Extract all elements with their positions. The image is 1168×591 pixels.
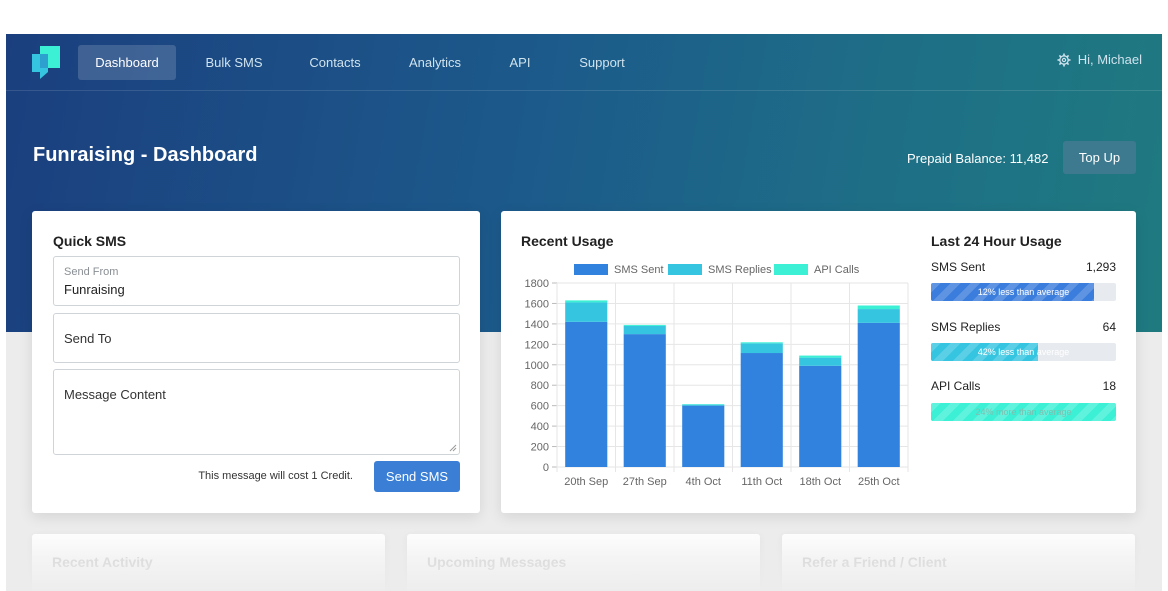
message-logo-icon[interactable] — [32, 46, 60, 80]
legend-swatch — [774, 264, 808, 275]
bar-segment — [565, 321, 608, 467]
x-tick-label: 4th Oct — [686, 476, 721, 488]
sms-replies-value: 64 — [1102, 320, 1116, 334]
quick-sms-title: Quick SMS — [53, 233, 127, 249]
bar-segment — [682, 404, 725, 406]
bar-segment — [857, 305, 900, 310]
nav-contacts[interactable]: Contacts — [298, 45, 372, 80]
bar-segment — [682, 404, 725, 405]
nav-support[interactable]: Support — [566, 45, 638, 80]
legend-label: SMS Sent — [614, 264, 664, 276]
y-tick-label: 1400 — [525, 319, 549, 331]
x-tick-label: 18th Oct — [799, 476, 841, 488]
y-tick-label: 1000 — [525, 360, 549, 372]
send-from-field[interactable]: Send From Funraising — [53, 256, 460, 306]
sms-sent-label: SMS Sent — [931, 260, 986, 274]
api-calls-progress: 24% more than average — [931, 403, 1116, 421]
bar-segment — [623, 324, 666, 326]
message-cost-text: This message will cost 1 Credit. — [198, 470, 353, 482]
bar-segment — [740, 343, 783, 354]
resize-handle-icon[interactable] — [449, 444, 457, 452]
upcoming-messages-title: Upcoming Messages — [427, 554, 567, 570]
sms-sent-value: 1,293 — [1085, 260, 1116, 274]
bar-segment — [857, 309, 900, 323]
legend-swatch — [574, 264, 608, 275]
api-calls-progress-text: 24% more than average — [975, 407, 1072, 417]
y-tick-label: 200 — [531, 442, 549, 454]
x-tick-label: 11th Oct — [741, 476, 782, 488]
x-tick-label: 27th Sep — [623, 476, 667, 488]
sms-replies-progress: 42% less than average — [931, 343, 1116, 361]
sms-replies-progress-text: 42% less than average — [977, 347, 1070, 357]
api-calls-label: API Calls — [931, 379, 981, 393]
user-menu[interactable]: Hi, Michael — [1057, 52, 1142, 67]
bar-segment — [799, 355, 842, 358]
app-frame: Dashboard Bulk SMS Contacts Analytics AP… — [6, 34, 1162, 591]
recent-activity-card: Recent Activity — [32, 534, 385, 591]
nav-dashboard[interactable]: Dashboard — [78, 45, 176, 80]
legend-swatch — [668, 264, 702, 275]
sms-replies-label: SMS Replies — [931, 320, 1001, 334]
gear-icon — [1057, 53, 1071, 66]
recent-activity-title: Recent Activity — [52, 554, 153, 570]
refer-friend-title: Refer a Friend / Client — [802, 554, 947, 570]
user-greeting[interactable]: Hi, Michael — [1078, 52, 1142, 67]
recent-usage-chart: 0 200 400 600 800 1000 1200 1400 1600 1800 20th Se… — [525, 264, 909, 488]
bar-segment — [799, 365, 842, 467]
page-title: Funraising - Dashboard — [33, 144, 258, 166]
y-tick-label: 800 — [531, 380, 549, 392]
api-calls-value: 18 — [1102, 379, 1116, 393]
bar-segment — [623, 334, 666, 467]
y-tick-label: 400 — [531, 421, 549, 433]
y-tick-label: 0 — [543, 462, 549, 474]
quick-sms-card: Quick SMS Send From Funraising Send To M… — [32, 211, 480, 513]
nav-api[interactable]: API — [500, 45, 540, 80]
bar-segment — [799, 357, 842, 366]
refer-friend-card: Refer a Friend / Client — [782, 534, 1135, 591]
send-from-value[interactable]: Funraising — [64, 282, 125, 297]
legend-label: API Calls — [814, 264, 860, 276]
send-to-field[interactable]: Send To — [53, 313, 460, 363]
bar-segment — [682, 405, 725, 467]
y-tick-label: 1600 — [525, 298, 549, 310]
top-navbar: Dashboard Bulk SMS Contacts Analytics AP… — [6, 34, 1162, 91]
bar-segment — [740, 353, 783, 467]
y-tick-label: 1200 — [525, 339, 549, 351]
bar-segment — [565, 300, 608, 303]
bar-segment — [740, 342, 783, 344]
bar-segment — [857, 322, 900, 467]
message-content-field[interactable]: Message Content — [53, 369, 460, 455]
y-tick-label: 1800 — [525, 278, 549, 290]
legend-label: SMS Replies — [708, 264, 772, 276]
top-up-button[interactable]: Top Up — [1063, 141, 1136, 174]
nav-bulk-sms[interactable]: Bulk SMS — [196, 45, 272, 80]
send-to-placeholder: Send To — [64, 331, 112, 346]
bar-segment — [623, 325, 666, 335]
message-content-placeholder: Message Content — [64, 387, 166, 402]
bar-segment — [565, 302, 608, 322]
usage-card: Recent Usage 0 200 400 600 800 1000 1200 1400 16… — [501, 211, 1136, 513]
prepaid-balance: Prepaid Balance: 11,482 — [907, 151, 1049, 166]
nav-analytics[interactable]: Analytics — [398, 45, 472, 80]
send-from-label: Send From — [64, 266, 119, 278]
upcoming-messages-card: Upcoming Messages — [407, 534, 760, 591]
sms-sent-progress: 12% less than average — [931, 283, 1116, 301]
y-tick-label: 600 — [531, 401, 549, 413]
last24-title: Last 24 Hour Usage — [931, 233, 1062, 249]
sms-sent-progress-text: 12% less than average — [977, 287, 1070, 297]
x-tick-label: 20th Sep — [564, 476, 608, 488]
send-sms-button[interactable]: Send SMS — [374, 461, 460, 492]
x-tick-label: 25th Oct — [858, 476, 900, 488]
